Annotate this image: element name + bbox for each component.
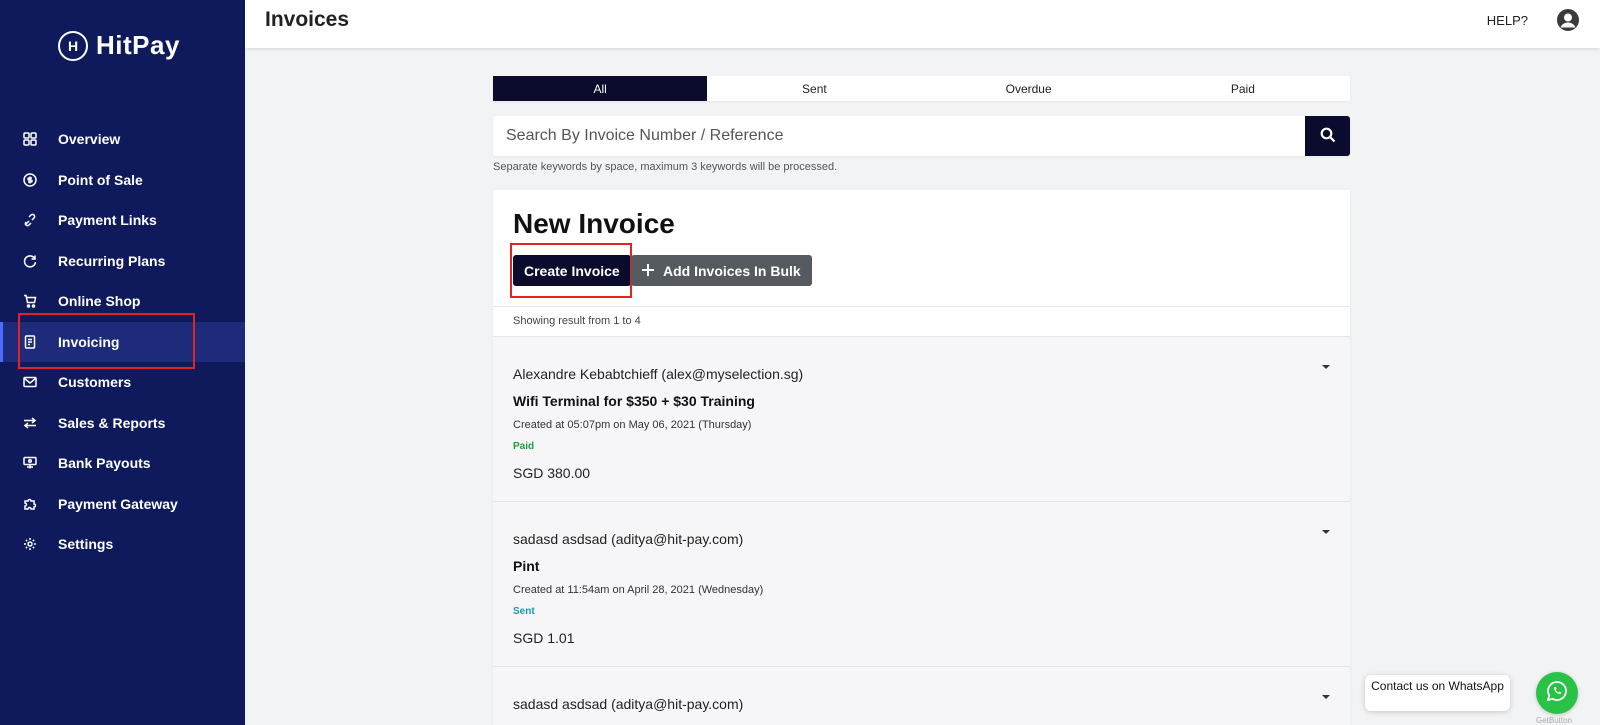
brand-name: HitPay [96,30,180,60]
recurring-icon [22,253,38,269]
invoice-amount: SGD 380.00 [513,465,591,481]
tab-all[interactable]: All [493,76,708,101]
invoice-amount: SGD 1.01 [513,630,575,646]
invoice-card: New Invoice Create Invoice Add Invoices … [493,190,1350,725]
sidebar-item-payment-links[interactable]: Payment Links [0,200,245,241]
caret-down-icon[interactable] [1322,530,1330,534]
sidebar-item-label: Point of Sale [58,171,143,188]
invoice-created: Created at 11:54am on April 28, 2021 (We… [513,584,764,596]
main-content: All Sent Overdue Paid Separate keywords … [245,48,1600,725]
whatsapp-bubble[interactable]: Contact us on WhatsApp [1365,675,1510,711]
sidebar-item-bank-payouts[interactable]: Bank Payouts [0,443,245,484]
bank-icon [22,455,38,471]
sidebar-item-label: Payment Gateway [58,495,178,512]
sidebar-item-recurring-plans[interactable]: Recurring Plans [0,241,245,282]
add-invoices-bulk-button[interactable]: Add Invoices In Bulk [631,255,812,286]
sidebar-item-overview[interactable]: Overview [0,119,245,160]
search-button[interactable] [1305,116,1350,156]
invoice-title: Wifi Terminal for $350 + $30 Training [513,393,755,409]
create-invoice-button[interactable]: Create Invoice [513,255,631,286]
gear-icon [22,536,38,552]
sidebar: H HitPay Overview Point of Sale Payment … [0,0,245,725]
search-input[interactable] [493,116,1305,156]
help-link[interactable]: HELP? [1487,13,1528,28]
invoice-status: Paid [513,441,535,452]
sidebar-nav: Overview Point of Sale Payment Links Rec… [0,119,245,565]
puzzle-icon [22,496,38,512]
results-count: Showing result from 1 to 4 [513,315,641,327]
whatsapp-icon [1546,680,1568,707]
caret-down-icon[interactable] [1322,695,1330,699]
sidebar-item-label: Invoicing [58,333,120,350]
sidebar-item-label: Recurring Plans [58,252,166,269]
sidebar-item-payment-gateway[interactable]: Payment Gateway [0,484,245,525]
sidebar-item-invoicing[interactable]: Invoicing [0,321,245,362]
grid-icon [22,131,38,147]
sidebar-item-settings[interactable]: Settings [0,524,245,565]
whatsapp-button[interactable] [1536,672,1578,714]
tab-sent[interactable]: Sent [707,76,921,101]
search-hint: Separate keywords by space, maximum 3 ke… [493,161,838,173]
invoice-customer: Alexandre Kebabtchieff (alex@myselection… [513,366,804,382]
search-icon [1320,127,1336,146]
invoice-status: Sent [513,606,535,617]
invoice-title: Pint [513,558,540,574]
invoice-icon [22,334,38,350]
user-avatar-icon[interactable] [1556,8,1580,32]
sidebar-item-customers[interactable]: Customers [0,362,245,403]
invoice-created: Created at 05:07pm on May 06, 2021 (Thur… [513,419,752,431]
sidebar-item-sales-reports[interactable]: Sales & Reports [0,403,245,444]
mail-icon [22,374,38,390]
invoice-item[interactable]: Alexandre Kebabtchieff (alex@myselection… [493,337,1350,502]
arrows-swap-icon [22,415,38,431]
plus-icon [642,263,654,279]
tab-paid[interactable]: Paid [1136,76,1350,101]
page-title: Invoices [265,8,350,31]
sidebar-item-online-shop[interactable]: Online Shop [0,281,245,322]
top-header: Invoices HELP? [245,0,1600,48]
add-invoices-bulk-label: Add Invoices In Bulk [663,262,801,279]
invoice-item[interactable]: sadasd asdsad (aditya@hit-pay.com) [493,667,1350,725]
search-bar [493,116,1350,156]
cart-icon [22,293,38,309]
invoice-filter-tabs: All Sent Overdue Paid [493,76,1350,101]
tab-overdue[interactable]: Overdue [922,76,1136,101]
sidebar-item-label: Settings [58,536,114,553]
divider [493,306,1350,307]
dollar-circle-icon [22,172,38,188]
sidebar-item-label: Online Shop [58,293,141,310]
new-invoice-title: New Invoice [513,208,675,239]
sidebar-item-label: Bank Payouts [58,455,151,472]
brand-logo[interactable]: H HitPay [58,30,180,61]
sidebar-item-label: Payment Links [58,212,157,229]
caret-down-icon[interactable] [1322,365,1330,369]
link-icon [22,212,38,228]
sidebar-item-point-of-sale[interactable]: Point of Sale [0,160,245,201]
sidebar-item-label: Overview [58,131,121,148]
sidebar-item-label: Sales & Reports [58,414,166,431]
hitpay-logo-icon: H [58,30,88,61]
whatsapp-credit: GetButton [1536,716,1573,725]
sidebar-item-label: Customers [58,374,132,391]
invoice-item[interactable]: sadasd asdsad (aditya@hit-pay.com) Pint … [493,502,1350,667]
invoice-customer: sadasd asdsad (aditya@hit-pay.com) [513,696,744,712]
invoice-customer: sadasd asdsad (aditya@hit-pay.com) [513,531,744,547]
